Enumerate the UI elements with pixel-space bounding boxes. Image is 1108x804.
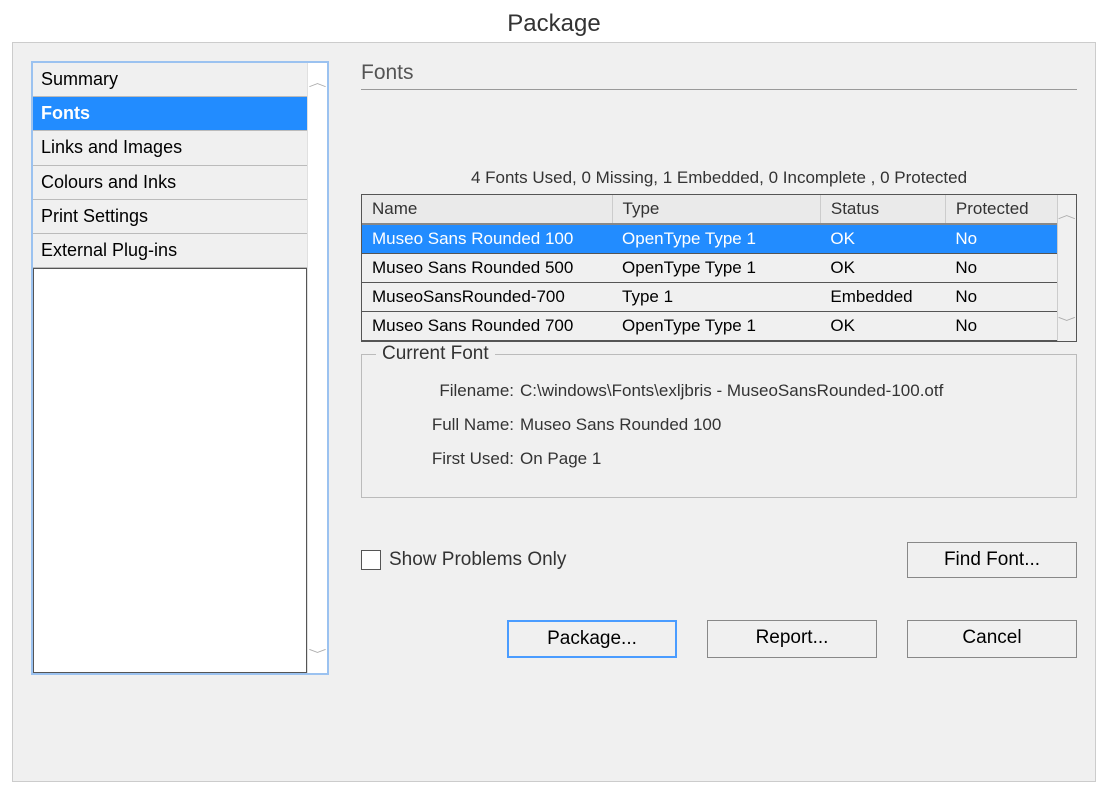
cell-name: MuseoSansRounded-700 [362, 283, 612, 312]
filename-label: Filename: [422, 381, 514, 401]
fullname-value: Museo Sans Rounded 100 [520, 415, 1056, 435]
cell-protected: No [945, 312, 1056, 341]
current-font-group: Current Font Filename: C:\windows\Fonts\… [361, 354, 1077, 498]
cell-type: OpenType Type 1 [612, 312, 820, 341]
current-font-legend: Current Font [376, 343, 495, 365]
dialog-buttons: Package... Report... Cancel [361, 620, 1077, 658]
sidebar-item-colours-and-inks[interactable]: Colours and Inks [33, 166, 307, 200]
col-type[interactable]: Type [612, 195, 820, 224]
package-button[interactable]: Package... [507, 620, 677, 658]
fonts-table: Name Type Status Protected Museo Sans Ro… [362, 195, 1057, 341]
cell-protected: No [945, 254, 1056, 283]
cell-protected: No [945, 224, 1056, 254]
scroll-down-icon: ﹀ [309, 646, 327, 662]
cancel-button[interactable]: Cancel [907, 620, 1077, 658]
table-header-row: Name Type Status Protected [362, 195, 1057, 224]
sidebar-item-summary[interactable]: Summary [33, 63, 307, 97]
section-title: Fonts [361, 61, 1077, 90]
cell-name: Museo Sans Rounded 500 [362, 254, 612, 283]
table-row[interactable]: Museo Sans Rounded 700 OpenType Type 1 O… [362, 312, 1057, 341]
sidebar-item-external-plugins[interactable]: External Plug-ins [33, 234, 307, 268]
options-row: Show Problems Only Find Font... [361, 542, 1077, 578]
fonts-summary-line: 4 Fonts Used, 0 Missing, 1 Embedded, 0 I… [361, 168, 1077, 188]
cell-status: OK [820, 224, 945, 254]
cell-type: OpenType Type 1 [612, 254, 820, 283]
show-problems-only-wrap[interactable]: Show Problems Only [361, 549, 566, 571]
cell-name: Museo Sans Rounded 100 [362, 224, 612, 254]
cell-name: Museo Sans Rounded 700 [362, 312, 612, 341]
cell-status: OK [820, 254, 945, 283]
fonts-table-container: Name Type Status Protected Museo Sans Ro… [361, 194, 1077, 342]
main-panel: Fonts 4 Fonts Used, 0 Missing, 1 Embedde… [361, 61, 1077, 763]
table-row[interactable]: Museo Sans Rounded 100 OpenType Type 1 O… [362, 224, 1057, 254]
table-row[interactable]: MuseoSansRounded-700 Type 1 Embedded No [362, 283, 1057, 312]
sidebar-empty-area [33, 268, 307, 673]
cell-status: OK [820, 312, 945, 341]
window-title: Package [0, 0, 1108, 42]
sidebar-item-fonts[interactable]: Fonts [33, 97, 307, 131]
dialog-body: Summary Fonts Links and Images Colours a… [12, 42, 1096, 782]
table-scrollbar[interactable]: ︿ ﹀ [1057, 195, 1076, 341]
firstused-label: First Used: [422, 449, 514, 469]
filename-value: C:\windows\Fonts\exljbris - MuseoSansRou… [520, 381, 1056, 401]
cell-type: OpenType Type 1 [612, 224, 820, 254]
cell-type: Type 1 [612, 283, 820, 312]
col-name[interactable]: Name [362, 195, 612, 224]
sidebar-item-print-settings[interactable]: Print Settings [33, 200, 307, 234]
show-problems-only-label: Show Problems Only [389, 549, 566, 571]
firstused-value: On Page 1 [520, 449, 1056, 469]
show-problems-only-checkbox[interactable] [361, 550, 381, 570]
sidebar: Summary Fonts Links and Images Colours a… [31, 61, 329, 675]
table-row[interactable]: Museo Sans Rounded 500 OpenType Type 1 O… [362, 254, 1057, 283]
scroll-up-icon: ︿ [309, 74, 327, 90]
cell-protected: No [945, 283, 1056, 312]
fullname-label: Full Name: [422, 415, 514, 435]
sidebar-list: Summary Fonts Links and Images Colours a… [33, 63, 307, 673]
sidebar-item-links-and-images[interactable]: Links and Images [33, 131, 307, 165]
cell-status: Embedded [820, 283, 945, 312]
find-font-button[interactable]: Find Font... [907, 542, 1077, 578]
package-dialog-window: Package Summary Fonts Links and Images C… [0, 0, 1108, 804]
col-protected[interactable]: Protected [945, 195, 1056, 224]
col-status[interactable]: Status [820, 195, 945, 224]
scroll-up-icon: ︿ [1058, 206, 1076, 222]
report-button[interactable]: Report... [707, 620, 877, 658]
scroll-down-icon: ﹀ [1058, 314, 1076, 330]
sidebar-scrollbar[interactable]: ︿ ﹀ [307, 63, 327, 673]
